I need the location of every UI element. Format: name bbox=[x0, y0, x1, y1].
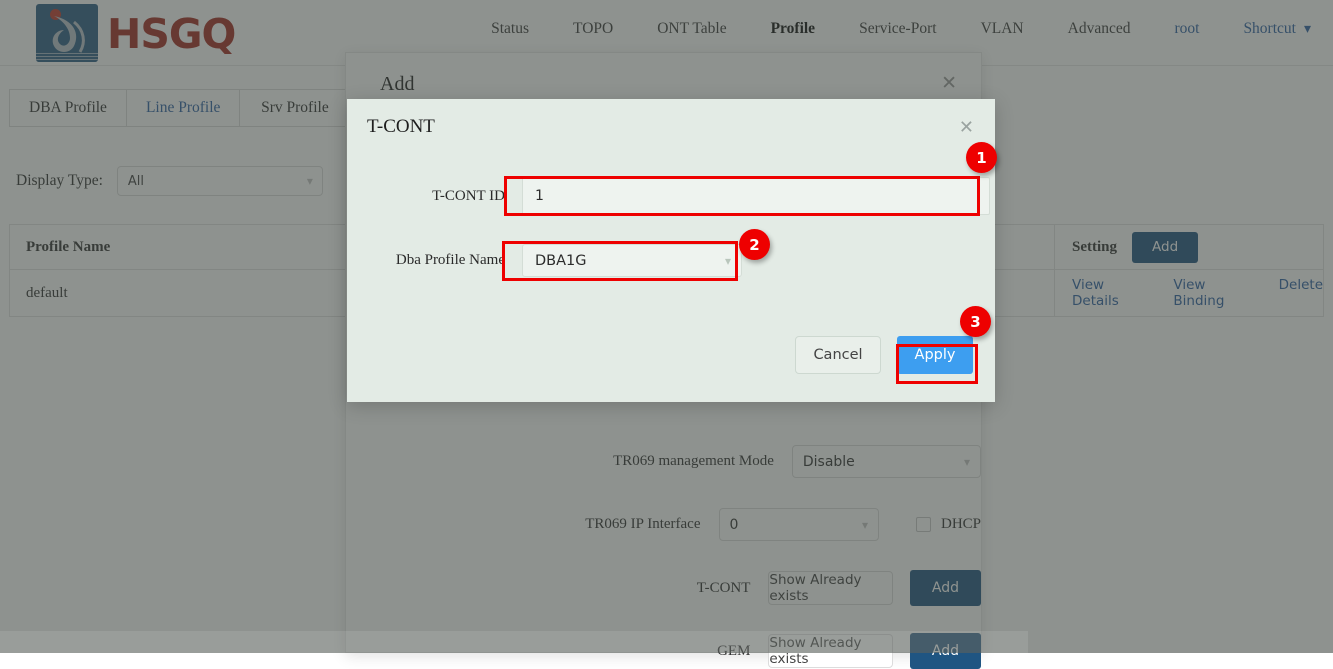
annotation-badge-3: 3 bbox=[960, 306, 991, 337]
dba-profile-label: Dba Profile Name bbox=[347, 252, 522, 269]
annotation-badge-2: 2 bbox=[739, 229, 770, 260]
tcont-dialog-title: T-CONT bbox=[367, 116, 435, 138]
tcont-dialog-buttons: Cancel Apply bbox=[795, 336, 973, 374]
dba-profile-select[interactable]: DBA1G ▾ bbox=[522, 244, 742, 277]
chevron-down-icon: ▾ bbox=[725, 254, 731, 268]
cancel-button[interactable]: Cancel bbox=[795, 336, 881, 374]
tcont-id-label: T-CONT ID bbox=[347, 188, 522, 205]
tcont-id-value: 1 bbox=[535, 188, 544, 204]
dba-profile-value: DBA1G bbox=[535, 253, 587, 269]
tcont-id-row: T-CONT ID 1 bbox=[347, 177, 990, 215]
dba-profile-row: Dba Profile Name DBA1G ▾ bbox=[347, 244, 742, 277]
page-footer-band bbox=[0, 631, 1028, 653]
annotation-badge-1: 1 bbox=[966, 142, 997, 173]
close-icon[interactable]: ✕ bbox=[959, 117, 974, 138]
tcont-dialog: T-CONT ✕ T-CONT ID 1 Dba Profile Name DB… bbox=[347, 99, 995, 402]
tcont-id-input[interactable]: 1 bbox=[522, 177, 990, 215]
apply-button[interactable]: Apply bbox=[897, 336, 973, 374]
